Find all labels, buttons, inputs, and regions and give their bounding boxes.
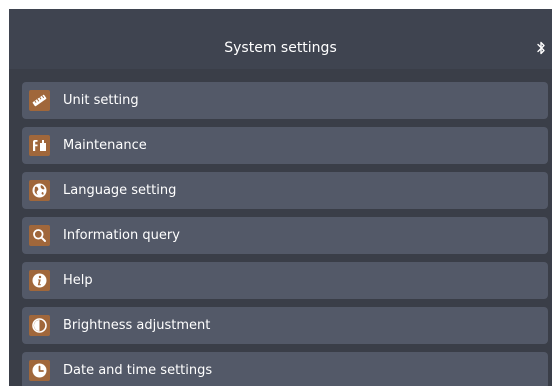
help-item[interactable]: Help (22, 262, 548, 299)
header-bar: System settings (9, 9, 552, 69)
brightness-icon (29, 315, 50, 336)
search-icon (29, 225, 50, 246)
page-title: System settings (224, 40, 337, 56)
brightness-adjustment-label: Brightness adjustment (63, 318, 211, 333)
information-query-label: Information query (63, 228, 180, 243)
maintenance-icon (29, 135, 50, 156)
date-time-settings-item[interactable]: Date and time settings (22, 352, 548, 386)
help-label: Help (63, 273, 93, 288)
maintenance-item[interactable]: Maintenance (22, 127, 548, 164)
maintenance-label: Maintenance (63, 138, 147, 153)
brightness-adjustment-item[interactable]: Brightness adjustment (22, 307, 548, 344)
language-setting-label: Language setting (63, 183, 177, 198)
unit-setting-item[interactable]: Unit setting (22, 82, 548, 119)
info-icon (29, 270, 50, 291)
date-time-settings-label: Date and time settings (63, 363, 213, 378)
unit-setting-label: Unit setting (63, 93, 139, 108)
bluetooth-icon (537, 41, 545, 55)
system-settings-screen: System settings Unit setting Maintenance… (9, 9, 552, 386)
clock-icon (29, 360, 50, 381)
globe-icon (29, 180, 50, 201)
ruler-icon (29, 90, 50, 111)
information-query-item[interactable]: Information query (22, 217, 548, 254)
language-setting-item[interactable]: Language setting (22, 172, 548, 209)
